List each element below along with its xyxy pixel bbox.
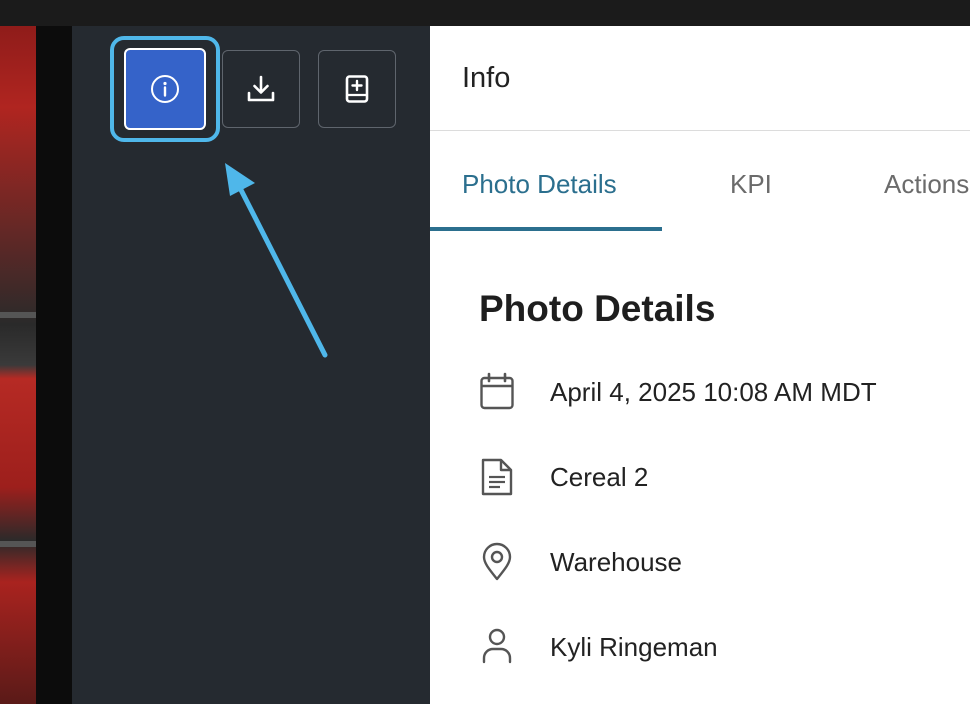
download-button[interactable] [222,50,300,128]
detail-row-date: April 4, 2025 10:08 AM MDT [479,372,877,412]
active-tab-indicator [430,227,662,231]
photo-preview [0,26,36,704]
photo-name: Cereal 2 [550,461,649,492]
photo-location: Warehouse [550,546,682,577]
download-icon [247,75,275,102]
document-icon [479,457,515,497]
add-to-book-button[interactable] [318,50,396,128]
tab-photo-details[interactable]: Photo Details [462,169,617,200]
detail-row-user: Kyli Ringeman [479,627,718,667]
panel-title: Info [462,61,511,94]
top-bar [0,0,970,26]
person-icon [479,627,515,667]
photo-user: Kyli Ringeman [550,631,718,662]
location-pin-icon [479,542,515,582]
photo-viewer-gutter [36,26,72,704]
info-panel: Info Photo Details KPI Actions Photo Det… [430,26,970,704]
detail-row-location: Warehouse [479,542,682,582]
tab-bar: Photo Details KPI Actions [430,131,970,231]
calendar-icon [479,372,515,412]
info-icon [151,75,179,103]
info-button[interactable] [124,48,206,130]
section-title: Photo Details [479,288,716,329]
tab-kpi[interactable]: KPI [730,169,772,200]
photo-date: April 4, 2025 10:08 AM MDT [550,376,877,407]
detail-row-name: Cereal 2 [479,457,648,497]
add-to-book-icon [345,75,369,103]
panel-header: Info [430,26,970,131]
tab-actions[interactable]: Actions [884,169,969,200]
